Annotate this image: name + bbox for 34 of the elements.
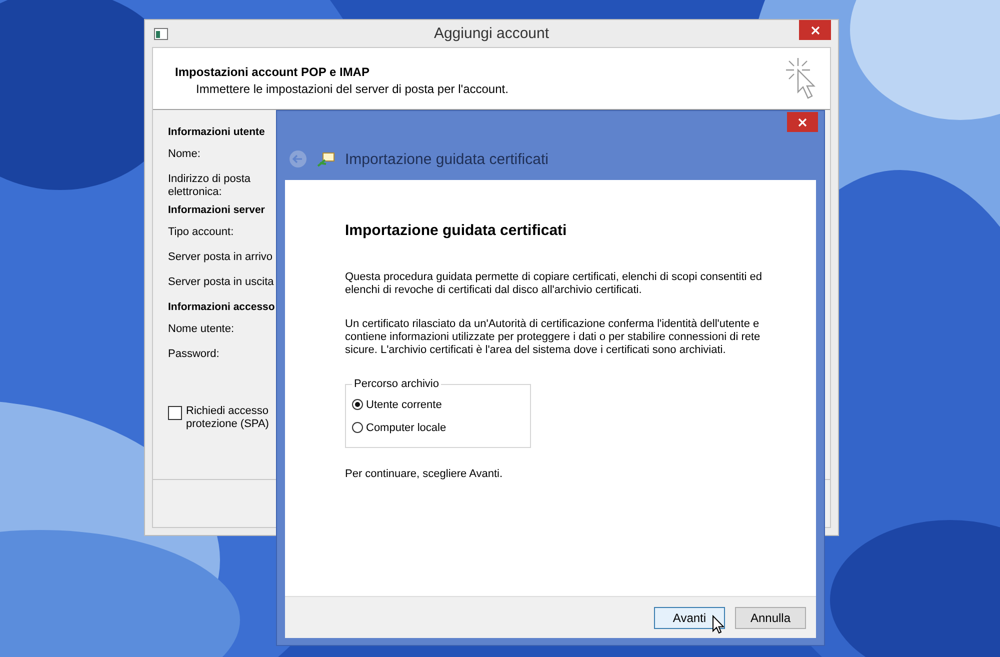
radio-option[interactable]: Computer locale [352,416,524,439]
radio-button[interactable] [352,422,363,433]
section-heading: Informazioni accesso [168,301,275,315]
radio-option[interactable]: Utente corrente [352,393,524,416]
radio-button[interactable] [352,399,363,410]
close-button[interactable] [787,112,818,132]
close-icon [798,118,807,126]
field-label: Server posta in uscita [168,276,274,290]
field-label: Server posta in arrivo [168,251,273,265]
mouse-cursor-icon [712,615,724,634]
certificate-icon [317,152,335,168]
section-heading: Informazioni utente [168,126,265,140]
description-text: Questa procedura guidata permette di copiare certificati, elenchi di scopi consentiti ed elenchi di revoche di certificati dal disco all'archivio certificati. [345,271,764,297]
window-title: Aggiungi account [434,25,550,42]
window-icon [154,28,168,40]
field-label: Nome utente: [168,323,234,337]
description-text: Un certificato rilasciato da un'Autorità di certificazione conferma l'identità dell'utente e contiene informazioni utilizzate per proteggere i dati o per stabilire connessioni di rete sicure. L'archivio certificati è l'area del sistema dove i certificati sono archiviati. [345,318,762,357]
header-title: Impostazioni account POP e IMAP [175,65,370,79]
checkbox-label: Richiedi accesso protezione (SPA) [186,405,269,431]
dialog-button[interactable]: Annulla [735,606,806,628]
field-label: Tipo account: [168,226,234,240]
dialog-title: Importazione guidata certificati [345,151,548,168]
header-subtitle: Immettere le impostazioni del server di posta per l'account. [196,82,510,96]
field-label: Password: [168,348,220,362]
instruction-text: Per continuare, scegliere Avanti. [345,468,504,480]
checkbox[interactable] [168,406,182,420]
close-button[interactable] [799,20,831,40]
wizard-heading: Importazione guidata certificati [345,222,568,239]
field-label: Indirizzo di posta elettronica: [168,173,252,200]
field-label: Nome: [168,148,200,162]
group-legend: Percorso archivio [352,378,441,390]
section-heading: Informazioni server [168,204,265,218]
dialog-button[interactable]: Avanti [654,606,725,628]
close-icon [810,26,820,34]
